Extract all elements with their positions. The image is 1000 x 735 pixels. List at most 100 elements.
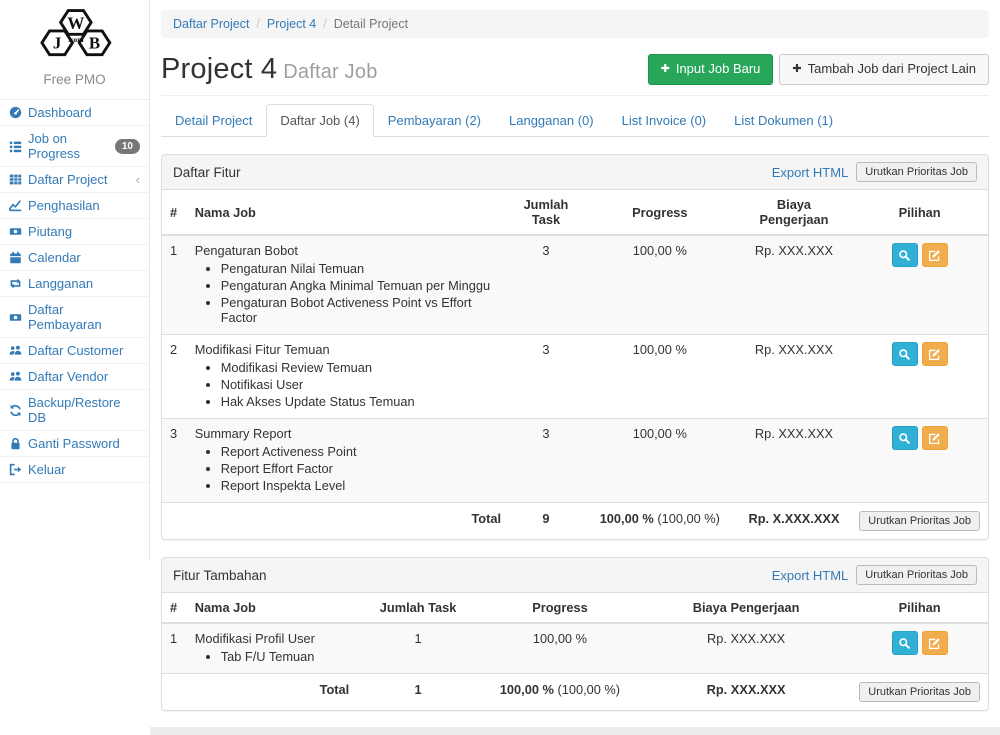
- sign-out-icon: [9, 463, 22, 476]
- panel-daftar-fitur: Daftar Fitur Export HTML Urutkan Priorit…: [161, 154, 989, 540]
- sidebar-item-keluar[interactable]: Keluar: [0, 457, 149, 483]
- biaya-value: Rp. XXX.XXX: [641, 623, 851, 674]
- sidebar-item-dashboard[interactable]: Dashboard: [0, 100, 149, 126]
- breadcrumb-current: Detail Project: [316, 17, 408, 31]
- tab-detail-project[interactable]: Detail Project: [161, 104, 266, 137]
- plus-icon: ✚: [792, 64, 801, 75]
- project-tabs: Detail Project Daftar Job (4) Pembayaran…: [161, 104, 989, 137]
- search-icon: [898, 348, 911, 361]
- search-icon: [898, 249, 911, 262]
- export-html-link[interactable]: Export HTML: [772, 568, 849, 583]
- urutkan-prioritas-job-button[interactable]: Urutkan Prioritas Job: [856, 162, 977, 182]
- subtask-list: Tab F/U Temuan: [221, 649, 350, 664]
- tab-daftar-job[interactable]: Daftar Job (4): [266, 104, 373, 137]
- total-biaya: Rp. X.XXX.XXX: [737, 503, 852, 540]
- breadcrumb-project-4[interactable]: Project 4: [267, 17, 316, 31]
- fitur-tambahan-table: # Nama Job Jumlah Task Progress Biaya Pe…: [162, 593, 988, 710]
- users-icon: [9, 370, 22, 383]
- subtask-item: Hak Akses Update Status Temuan: [221, 394, 501, 409]
- table-icon: [9, 173, 22, 186]
- edit-job-button[interactable]: [922, 631, 948, 655]
- sidebar-item-calendar[interactable]: Calendar: [0, 245, 149, 271]
- svg-text:.com: .com: [68, 35, 84, 44]
- panel-title: Fitur Tambahan: [173, 568, 267, 583]
- calendar-icon: [9, 251, 22, 264]
- page-title: Project 4Daftar Job: [161, 53, 378, 86]
- page-header: Project 4Daftar Job ✚ Input Job Baru ✚ T…: [161, 53, 989, 86]
- urutkan-prioritas-job-button[interactable]: Urutkan Prioritas Job: [856, 565, 977, 585]
- sidebar-item-daftar-pembayaran[interactable]: Daftar Pembayaran: [0, 297, 149, 338]
- sidebar-item-backup-restore-db[interactable]: Backup/Restore DB: [0, 390, 149, 431]
- jumlah-task-value: 3: [509, 335, 583, 419]
- job-name: Pengaturan Bobot: [195, 243, 501, 258]
- tab-list-dokumen[interactable]: List Dokumen (1): [720, 104, 847, 137]
- money-icon: [9, 225, 22, 238]
- breadcrumb-daftar-project[interactable]: Daftar Project: [173, 17, 249, 31]
- edit-job-button[interactable]: [922, 426, 948, 450]
- tab-list-invoice[interactable]: List Invoice (0): [608, 104, 721, 137]
- view-job-button[interactable]: [892, 243, 918, 267]
- dashboard-icon: [9, 106, 22, 119]
- search-icon: [898, 637, 911, 650]
- urutkan-prioritas-job-button[interactable]: Urutkan Prioritas Job: [859, 682, 980, 702]
- sidebar-item-job-on-progress[interactable]: Job on Progress 10: [0, 126, 149, 167]
- jwb-logo: W J B .com: [32, 8, 118, 64]
- total-jumlah-task: 9: [509, 503, 583, 540]
- subtask-item: Report Effort Factor: [221, 461, 501, 476]
- panel-fitur-tambahan-header: Fitur Tambahan Export HTML Urutkan Prior…: [162, 558, 988, 593]
- edit-job-button[interactable]: [922, 243, 948, 267]
- subtask-list: Report Activeness Point Report Effort Fa…: [221, 444, 501, 493]
- svg-text:J: J: [52, 34, 61, 53]
- table-row: 1 Pengaturan Bobot Pengaturan Nilai Temu…: [162, 235, 988, 335]
- export-html-link[interactable]: Export HTML: [772, 165, 849, 180]
- progress-value: 100,00 %: [479, 623, 641, 674]
- panel-fitur-tambahan: Fitur Tambahan Export HTML Urutkan Prior…: [161, 557, 989, 711]
- total-progress: 100,00 % (100,00 %): [583, 503, 737, 540]
- sidebar-item-penghasilan[interactable]: Penghasilan: [0, 193, 149, 219]
- tab-pembayaran[interactable]: Pembayaran (2): [374, 104, 495, 137]
- page-subtitle: Daftar Job: [283, 61, 377, 83]
- edit-icon: [928, 432, 941, 445]
- sidebar-item-piutang[interactable]: Piutang: [0, 219, 149, 245]
- biaya-value: Rp. XXX.XXX: [737, 419, 852, 503]
- total-label: Total: [187, 503, 509, 540]
- sidebar-item-ganti-password[interactable]: Ganti Password: [0, 431, 149, 457]
- subtask-item: Pengaturan Nilai Temuan: [221, 261, 501, 276]
- progress-value: 100,00 %: [583, 335, 737, 419]
- job-name: Modifikasi Fitur Temuan: [195, 342, 501, 357]
- subtask-item: Notifikasi User: [221, 377, 501, 392]
- tab-langganan[interactable]: Langganan (0): [495, 104, 608, 137]
- table-row: 1 Modifikasi Profil User Tab F/U Temuan …: [162, 623, 988, 674]
- job-name: Modifikasi Profil User: [195, 631, 350, 646]
- progress-value: 100,00 %: [583, 419, 737, 503]
- tambah-job-dari-project-lain-button[interactable]: ✚ Tambah Job dari Project Lain: [779, 54, 989, 85]
- view-job-button[interactable]: [892, 631, 918, 655]
- sidebar-item-daftar-vendor[interactable]: Daftar Vendor: [0, 364, 149, 390]
- view-job-button[interactable]: [892, 426, 918, 450]
- brand: W J B .com Free PMO: [0, 0, 149, 99]
- urutkan-prioritas-job-button[interactable]: Urutkan Prioritas Job: [859, 511, 980, 531]
- refresh-icon: [9, 404, 22, 417]
- total-progress: 100,00 % (100,00 %): [479, 674, 641, 711]
- table-header-row: # Nama Job Jumlah Task Progress Biaya Pe…: [162, 593, 988, 623]
- sidebar-item-daftar-customer[interactable]: Daftar Customer: [0, 338, 149, 364]
- subtask-item: Pengaturan Angka Minimal Temuan per Ming…: [221, 278, 501, 293]
- subtask-list: Modifikasi Review Temuan Notifikasi User…: [221, 360, 501, 409]
- sidebar-item-daftar-project[interactable]: Daftar Project ‹: [0, 167, 149, 193]
- page-bottom-strip: [150, 727, 1000, 735]
- edit-icon: [928, 637, 941, 650]
- retweet-icon: [9, 277, 22, 290]
- view-job-button[interactable]: [892, 342, 918, 366]
- panel-title: Daftar Fitur: [173, 165, 241, 180]
- total-jumlah-task: 1: [357, 674, 479, 711]
- table-header-row: # Nama Job Jumlah Task Progress Biaya Pe…: [162, 190, 988, 235]
- main-content: Daftar Project Project 4 Detail Project …: [150, 0, 1000, 560]
- edit-job-button[interactable]: [922, 342, 948, 366]
- sidebar-item-langganan[interactable]: Langganan: [0, 271, 149, 297]
- input-job-baru-button[interactable]: ✚ Input Job Baru: [648, 54, 774, 85]
- subtask-item: Tab F/U Temuan: [221, 649, 350, 664]
- users-icon: [9, 344, 22, 357]
- biaya-value: Rp. XXX.XXX: [737, 235, 852, 335]
- sidebar: W J B .com Free PMO Dashboard Job on Pro…: [0, 0, 150, 560]
- brand-name: Free PMO: [0, 72, 149, 87]
